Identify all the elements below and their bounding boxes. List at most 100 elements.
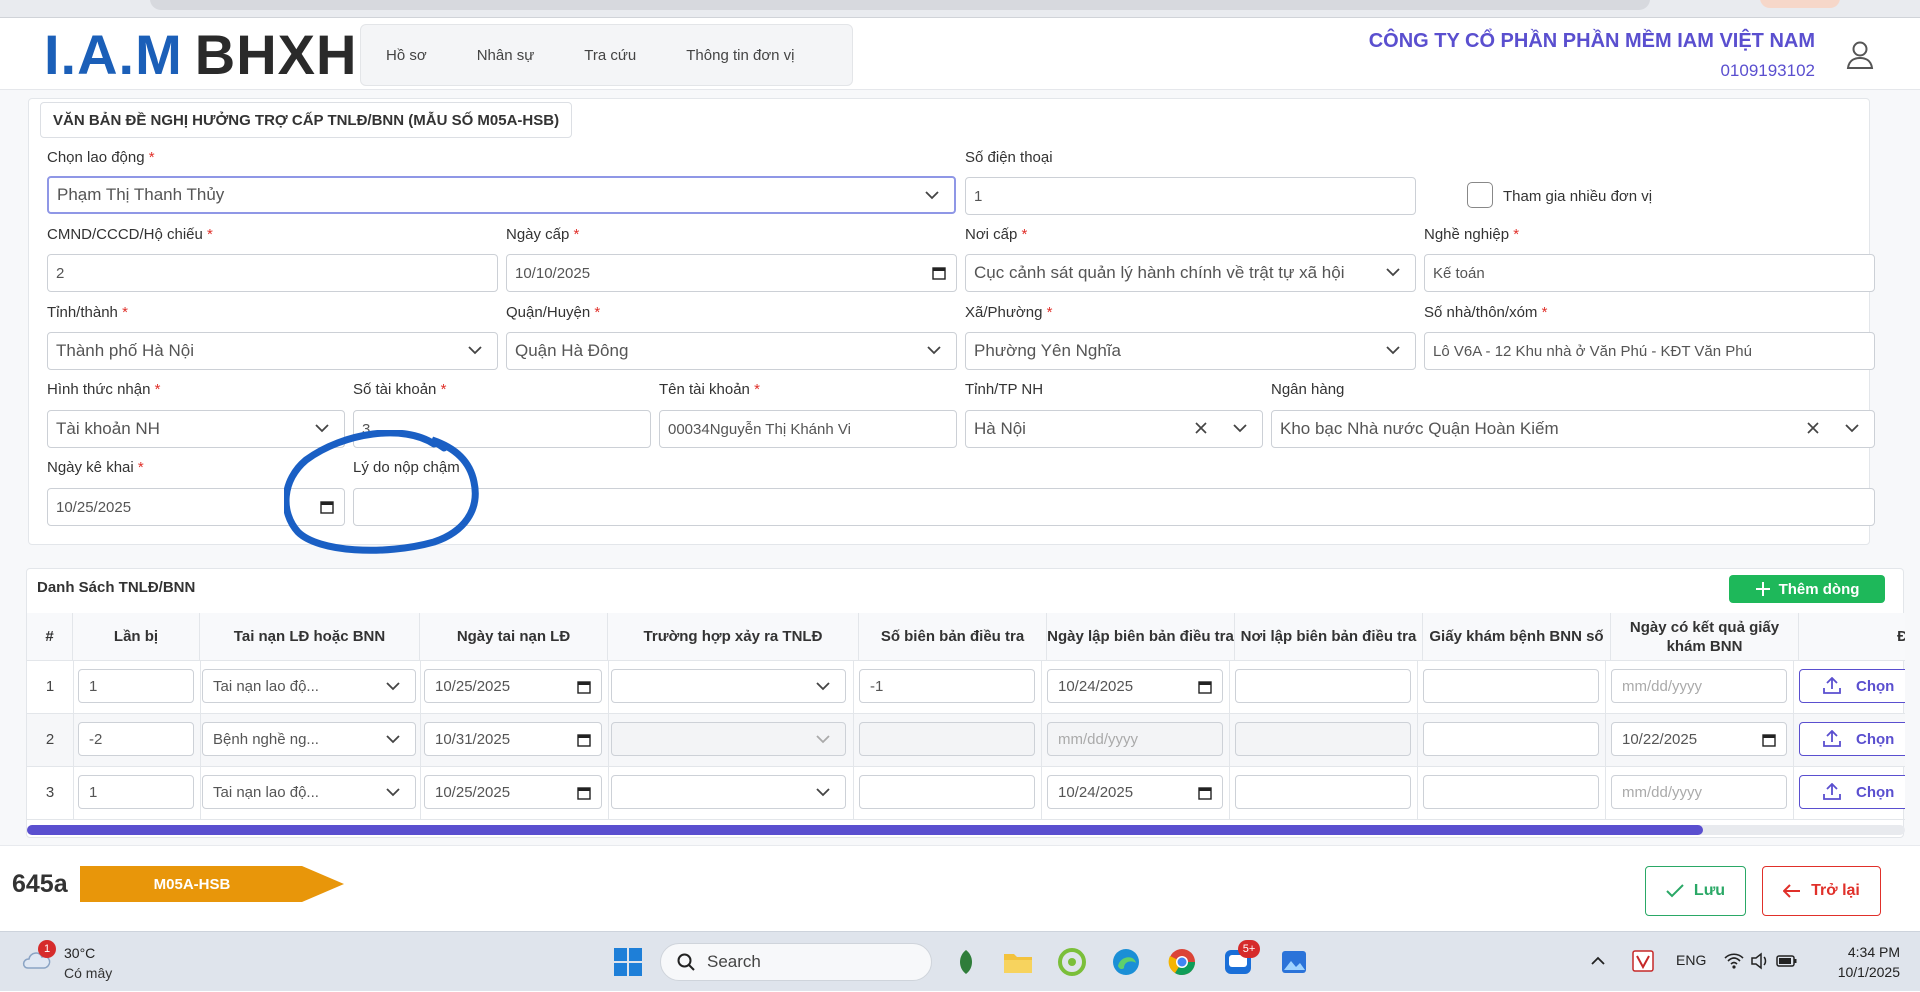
id-number-input[interactable]: 2: [47, 254, 498, 292]
bank-select[interactable]: Kho bạc Nhà nước Quận Hoàn Kiếm: [1271, 410, 1875, 448]
report-place-input[interactable]: [1235, 669, 1411, 703]
cert-no-input[interactable]: [1423, 669, 1599, 703]
clear-icon[interactable]: [1806, 421, 1820, 435]
chevron-down-icon: [816, 682, 830, 691]
cert-date-input[interactable]: mm/dd/yyyy: [1611, 669, 1787, 703]
browser-profile-button[interactable]: [1760, 0, 1840, 8]
account-no-input[interactable]: 3: [353, 410, 651, 448]
phone-input[interactable]: 1: [965, 177, 1416, 215]
address-input[interactable]: Lô V6A - 12 Khu nhà ở Văn Phú - KĐT Văn …: [1424, 332, 1875, 370]
clear-icon[interactable]: [1194, 421, 1208, 435]
horizontal-scrollbar[interactable]: [27, 825, 1905, 835]
receive-method-label: Hình thức nhận *: [47, 381, 161, 398]
wifi-icon[interactable]: [1724, 952, 1744, 970]
calendar-icon[interactable]: [932, 266, 946, 280]
occupation-input[interactable]: Kế toán: [1424, 254, 1875, 292]
cert-date-input[interactable]: mm/dd/yyyy: [1611, 775, 1787, 809]
antivirus-icon[interactable]: [1632, 950, 1654, 972]
calendar-icon[interactable]: [577, 680, 591, 694]
calendar-icon[interactable]: [577, 786, 591, 800]
times-input[interactable]: -2: [78, 722, 194, 756]
chrome-browser-icon[interactable]: [1166, 946, 1198, 978]
col-header-times: Lần bị: [73, 613, 200, 661]
type-select[interactable]: Tai nạn lao độ...: [202, 669, 416, 703]
volume-icon[interactable]: [1750, 952, 1770, 970]
photos-app-icon[interactable]: [1278, 946, 1310, 978]
app-header: I.A.M BHXH Hồ sơ Nhân sự Tra cứu Thông t…: [0, 18, 1920, 90]
battery-icon[interactable]: [1776, 953, 1798, 969]
ward-select[interactable]: Phường Yên Nghĩa: [965, 332, 1416, 370]
type-select[interactable]: Bệnh nghề ng...: [202, 722, 416, 756]
cert-no-input[interactable]: [1423, 775, 1599, 809]
search-placeholder: Search: [707, 952, 761, 971]
calendar-icon[interactable]: [1762, 733, 1776, 747]
upload-button[interactable]: Chọn: [1799, 722, 1905, 756]
nav-item-nhan-su[interactable]: Nhân sự: [452, 47, 560, 64]
receive-method-select[interactable]: Tài khoản NH: [47, 410, 345, 448]
calendar-icon[interactable]: [1198, 786, 1212, 800]
id-number-label: CMND/CCCD/Hộ chiếu *: [47, 226, 213, 243]
case-select[interactable]: [611, 775, 846, 809]
save-button[interactable]: Lưu: [1645, 866, 1746, 916]
taskbar-search[interactable]: Search: [660, 943, 932, 981]
issue-place-select[interactable]: Cục cảnh sát quản lý hành chính về trật …: [965, 254, 1416, 292]
app-green-icon[interactable]: [1056, 946, 1088, 978]
district-select[interactable]: Quận Hà Đông: [506, 332, 957, 370]
account-name-input[interactable]: 00034Nguyễn Thị Khánh Vi: [659, 410, 957, 448]
times-input[interactable]: 1: [78, 669, 194, 703]
weather-widget[interactable]: 1 30°C Có mây: [20, 940, 112, 981]
chevron-down-icon: [816, 735, 830, 744]
employee-label: Chọn lao động *: [47, 149, 155, 166]
company-name: CÔNG TY CỔ PHẦN PHẦN MỀM IAM VIỆT NAM: [1368, 30, 1815, 52]
address-bar[interactable]: [150, 0, 1650, 10]
edge-browser-icon[interactable]: [1110, 946, 1142, 978]
late-reason-input[interactable]: [353, 488, 1875, 526]
calendar-icon[interactable]: [1198, 680, 1212, 694]
nav-item-tra-cuu[interactable]: Tra cứu: [559, 47, 661, 64]
nav-item-ho-so[interactable]: Hồ sơ: [361, 47, 452, 64]
windows-start-icon[interactable]: [612, 946, 644, 978]
leaf-app-icon[interactable]: [950, 946, 982, 978]
declare-date-input[interactable]: 10/25/2025: [47, 488, 345, 526]
user-icon[interactable]: [1843, 38, 1877, 72]
chevron-up-icon[interactable]: [1590, 954, 1606, 968]
table-row: 2 -2 Bệnh nghề ng... 10/31/2025 mm/dd/yy…: [27, 714, 1905, 767]
nav-item-thong-tin-don-vi[interactable]: Thông tin đơn vị: [661, 47, 819, 64]
bank-province-select[interactable]: Hà Nội: [965, 410, 1263, 448]
scrollbar-thumb[interactable]: [27, 825, 1703, 835]
province-select[interactable]: Thành phố Hà Nội: [47, 332, 498, 370]
multi-unit-checkbox[interactable]: [1467, 182, 1493, 208]
report-date-input[interactable]: 10/24/2025: [1047, 775, 1223, 809]
app-logo[interactable]: I.A.M BHXH: [44, 23, 357, 86]
language-indicator[interactable]: ENG: [1676, 952, 1706, 968]
phone-label: Số điện thoại: [965, 149, 1053, 166]
account-name-label: Tên tài khoản *: [659, 381, 760, 398]
employee-value: Phạm Thị Thanh Thủy: [57, 185, 225, 204]
col-header-document: Đ: [1799, 613, 1905, 661]
back-button[interactable]: Trở lại: [1762, 866, 1881, 916]
case-select[interactable]: [611, 669, 846, 703]
times-input[interactable]: 1: [78, 775, 194, 809]
file-explorer-icon[interactable]: [1002, 946, 1034, 978]
cert-no-input[interactable]: [1423, 722, 1599, 756]
issue-date-input[interactable]: 10/10/2025: [506, 254, 957, 292]
report-no-input[interactable]: [859, 775, 1035, 809]
report-place-input[interactable]: [1235, 775, 1411, 809]
type-select[interactable]: Tai nạn lao độ...: [202, 775, 416, 809]
cert-date-input[interactable]: 10/22/2025: [1611, 722, 1787, 756]
report-date-input[interactable]: 10/24/2025: [1047, 669, 1223, 703]
accident-date-input[interactable]: 10/25/2025: [424, 775, 602, 809]
ward-label: Xã/Phường *: [965, 304, 1053, 321]
calendar-icon[interactable]: [577, 733, 591, 747]
add-row-button[interactable]: Thêm dòng: [1729, 575, 1885, 603]
col-header-report-date: Ngày lập biên bản điều tra: [1047, 613, 1235, 661]
accident-date-input[interactable]: 10/31/2025: [424, 722, 602, 756]
calendar-icon[interactable]: [320, 500, 334, 514]
system-clock[interactable]: 4:34 PM 10/1/2025: [1810, 942, 1900, 982]
logo-bhxh: BHXH: [194, 22, 358, 86]
accident-date-input[interactable]: 10/25/2025: [424, 669, 602, 703]
upload-button[interactable]: Chọn: [1799, 775, 1905, 809]
report-no-input[interactable]: -1: [859, 669, 1035, 703]
employee-select[interactable]: Phạm Thị Thanh Thủy: [47, 176, 956, 214]
upload-button[interactable]: Chọn: [1799, 669, 1905, 703]
